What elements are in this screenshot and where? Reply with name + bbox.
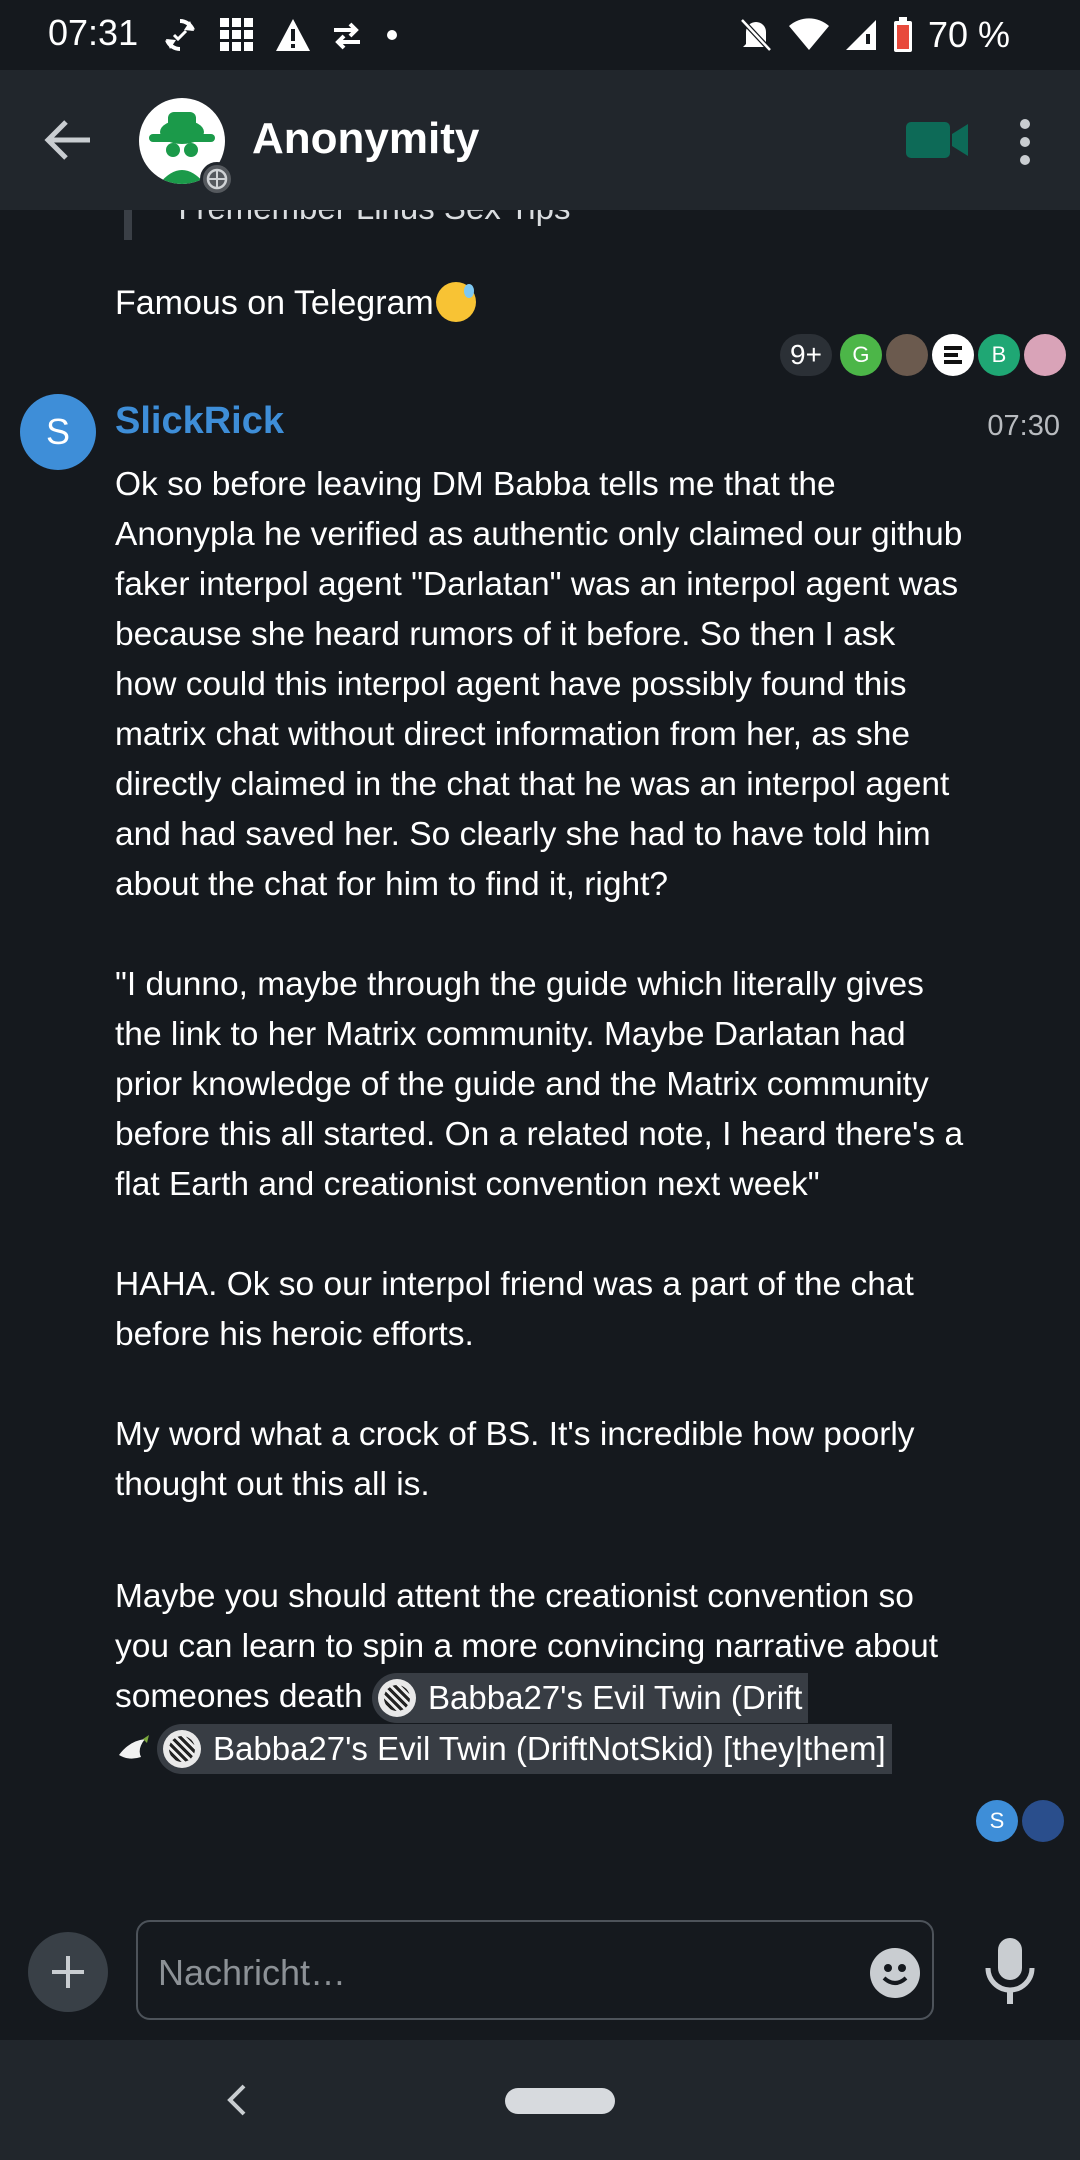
receipt-count: 9+ [780, 334, 832, 376]
message-input[interactable]: Nachricht… [136, 1920, 934, 2020]
sender-avatar[interactable]: S [20, 394, 96, 470]
message-body-2[interactable]: Maybe you should attent the creationist … [115, 1572, 975, 1775]
mention-label: Babba27's Evil Twin (DriftNotSkid) [they… [213, 1730, 886, 1768]
video-call-icon[interactable] [906, 120, 968, 160]
receipt-avatar: S [976, 1800, 1018, 1842]
dove-emoji-icon [119, 1735, 149, 1759]
quoted-text: I remember Linus Sex Tips [124, 210, 571, 240]
globe-badge-icon [200, 162, 234, 196]
message-paragraph: Ok so before leaving DM Babba tells me t… [115, 466, 963, 903]
sync-icon [165, 19, 195, 51]
sweat-smile-emoji-icon [435, 282, 476, 322]
receipt-avatar-photo [885, 334, 928, 376]
message-paragraph: HAHA. Ok so our interpol friend was a pa… [115, 1266, 914, 1353]
mute-icon [740, 18, 772, 52]
status-time: 07:31 [48, 12, 139, 53]
previous-message-text: Famous on Telegram [115, 284, 434, 322]
receipt-avatar: B [977, 334, 1020, 376]
receipt-avatar-logo [931, 334, 974, 376]
read-receipts[interactable]: 9+ G B [780, 334, 1066, 376]
mic-icon[interactable] [980, 1936, 1040, 2006]
sender-name[interactable]: SlickRick [115, 400, 284, 443]
room-name[interactable]: Anonymity [252, 114, 479, 164]
wifi-icon [788, 18, 829, 50]
mention-avatar [163, 1730, 201, 1769]
status-bar: 07:31 70 % [0, 0, 1080, 70]
dot-icon [387, 30, 397, 40]
message-paragraph: My word what a crock of BS. It's incredi… [115, 1416, 915, 1503]
add-icon [52, 1956, 84, 1988]
message-paragraph: "I dunno, maybe through the guide which … [115, 966, 964, 1203]
system-nav-bar [0, 2040, 1080, 2160]
read-receipts[interactable]: S [972, 1800, 1064, 1842]
receipt-avatar-photo [1023, 334, 1066, 376]
status-right-icons: 70 % [738, 12, 1010, 58]
battery-percent: 70 % [927, 14, 1010, 55]
user-mention-pill[interactable]: Babba27's Evil Twin (DriftNotSkid) [they… [157, 1724, 892, 1775]
receipt-avatar: G [839, 334, 882, 376]
nav-back-icon[interactable] [222, 2080, 252, 2120]
back-arrow-icon[interactable] [38, 112, 98, 168]
mention-label: Babba27's Evil Twin (Drift [428, 1679, 803, 1717]
message-input-placeholder: Nachricht… [158, 1952, 347, 1993]
status-left-icons [160, 14, 402, 56]
receipt-avatar-photo [1022, 1800, 1064, 1842]
warning-icon [276, 19, 310, 51]
signal-icon [845, 20, 876, 50]
message-body[interactable]: Ok so before leaving DM Babba tells me t… [115, 460, 965, 1510]
more-vert-icon[interactable] [1010, 114, 1040, 170]
room-header: Anonymity [0, 70, 1080, 210]
grid-icon [220, 18, 253, 51]
add-attachment-button[interactable] [28, 1932, 108, 2012]
mention-avatar [378, 1679, 417, 1718]
message-time: 07:30 [987, 410, 1060, 442]
emoji-icon[interactable] [870, 1948, 920, 1998]
previous-message[interactable]: Famous on Telegram [115, 282, 476, 323]
battery-icon [893, 17, 912, 52]
user-mention-pill[interactable]: Babba27's Evil Twin (Drift [372, 1673, 809, 1724]
message-timeline[interactable]: I remember Linus Sex Tips Famous on Tele… [0, 210, 1080, 1920]
data-swap-icon [334, 22, 360, 50]
home-pill[interactable] [505, 2088, 615, 2114]
message-composer: Nachricht… [0, 1900, 1080, 2040]
